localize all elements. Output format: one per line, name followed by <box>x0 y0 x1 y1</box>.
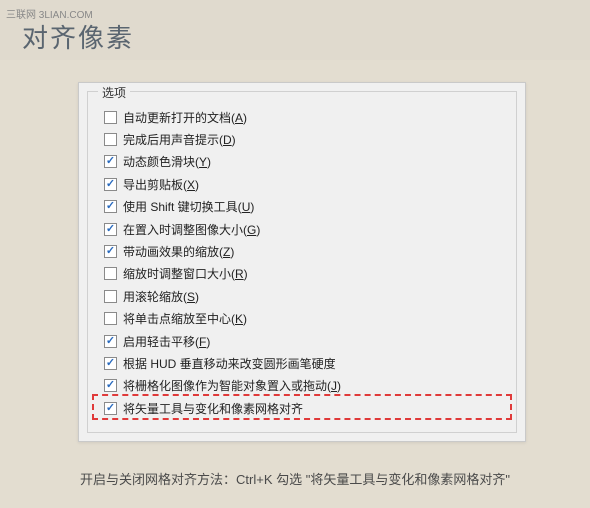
option-row: 完成后用声音提示(D) <box>104 128 506 150</box>
options-panel: 选项 自动更新打开的文档(A) 完成后用声音提示(D) 动态颜色滑块(Y) 导出剪贴板… <box>78 82 526 442</box>
option-label[interactable]: 根据 HUD 垂直移动来改变圆形画笔硬度 <box>123 355 336 372</box>
fieldset-legend: 选项 <box>98 84 130 101</box>
checkbox[interactable] <box>104 267 117 280</box>
option-row: 导出剪贴板(X) <box>104 173 506 195</box>
option-label[interactable]: 自动更新打开的文档(A) <box>123 109 247 126</box>
checkbox[interactable] <box>104 357 117 370</box>
checkbox[interactable] <box>104 402 117 415</box>
option-label[interactable]: 用滚轮缩放(S) <box>123 288 199 305</box>
option-row: 在置入时调整图像大小(G) <box>104 218 506 240</box>
option-label[interactable]: 动态颜色滑块(Y) <box>123 153 211 170</box>
option-row: 将单击点缩放至中心(K) <box>104 308 506 330</box>
option-row: 根据 HUD 垂直移动来改变圆形画笔硬度 <box>104 352 506 374</box>
options-fieldset: 选项 自动更新打开的文档(A)完成后用声音提示(D)动态颜色滑块(Y)导出剪贴板… <box>87 91 517 433</box>
watermark: 三联网 3LIAN.COM <box>6 6 93 21</box>
footer-quoted: "将矢量工具与变化和像素网格对齐" <box>306 472 510 487</box>
option-label[interactable]: 启用轻击平移(F) <box>123 333 210 350</box>
option-label[interactable]: 将矢量工具与变化和像素网格对齐 <box>123 400 303 417</box>
checkbox[interactable] <box>104 379 117 392</box>
page-title: 对齐像素 <box>22 18 134 55</box>
option-label[interactable]: 在置入时调整图像大小(G) <box>123 221 260 238</box>
option-row: 缩放时调整窗口大小(R) <box>104 263 506 285</box>
option-row: 启用轻击平移(F) <box>104 330 506 352</box>
checkbox[interactable] <box>104 111 117 124</box>
option-row: 使用 Shift 键切换工具(U) <box>104 196 506 218</box>
option-label[interactable]: 缩放时调整窗口大小(R) <box>123 265 248 282</box>
option-label[interactable]: 完成后用声音提示(D) <box>123 131 236 148</box>
option-label[interactable]: 将栅格化图像作为智能对象置入或拖动(J) <box>123 377 341 394</box>
checkbox[interactable] <box>104 223 117 236</box>
checkbox[interactable] <box>104 133 117 146</box>
option-label[interactable]: 带动画效果的缩放(Z) <box>123 243 234 260</box>
option-label[interactable]: 使用 Shift 键切换工具(U) <box>123 198 254 215</box>
options-list: 自动更新打开的文档(A) 完成后用声音提示(D) 动态颜色滑块(Y) 导出剪贴板(X)… <box>104 106 506 419</box>
checkbox[interactable] <box>104 245 117 258</box>
checkbox[interactable] <box>104 312 117 325</box>
option-row: 将矢量工具与变化和像素网格对齐 <box>104 397 506 419</box>
option-label[interactable]: 导出剪贴板(X) <box>123 176 199 193</box>
checkbox[interactable] <box>104 335 117 348</box>
option-row: 带动画效果的缩放(Z) <box>104 240 506 262</box>
checkbox[interactable] <box>104 178 117 191</box>
option-row: 用滚轮缩放(S) <box>104 285 506 307</box>
checkbox[interactable] <box>104 155 117 168</box>
footer-prefix: 开启与关闭网格对齐方法：Ctrl+K 勾选 <box>80 472 306 487</box>
checkbox[interactable] <box>104 200 117 213</box>
option-row: 动态颜色滑块(Y) <box>104 151 506 173</box>
option-row: 自动更新打开的文档(A) <box>104 106 506 128</box>
option-row: 将栅格化图像作为智能对象置入或拖动(J) <box>104 375 506 397</box>
footer-text: 开启与关闭网格对齐方法：Ctrl+K 勾选 "将矢量工具与变化和像素网格对齐" <box>0 469 590 488</box>
option-label[interactable]: 将单击点缩放至中心(K) <box>123 310 247 327</box>
checkbox[interactable] <box>104 290 117 303</box>
